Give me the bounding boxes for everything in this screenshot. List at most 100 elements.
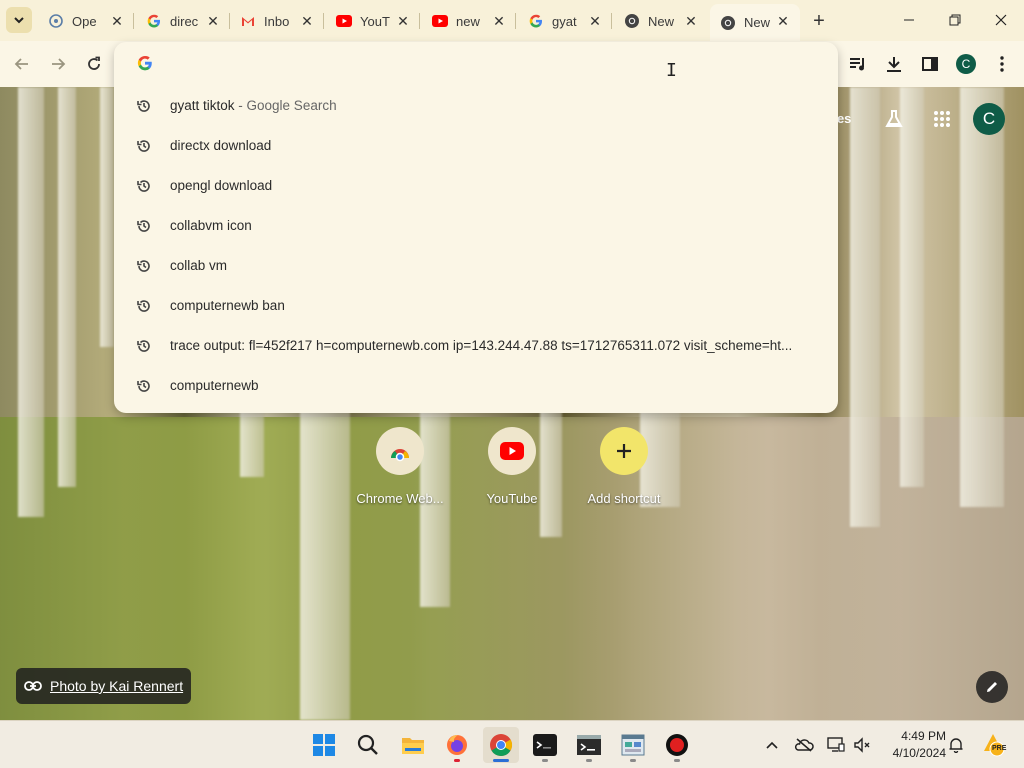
- tab-strip: Ope ✕ direc ✕ Inbo ✕ YouT ✕ new ✕ gyat ✕…: [0, 0, 1024, 41]
- chrome-webstore-icon: [391, 449, 409, 462]
- running-indicator: [674, 759, 680, 762]
- tab-3[interactable]: Inbo ✕: [230, 6, 324, 36]
- link-icon: [24, 681, 42, 691]
- menu-button[interactable]: [988, 50, 1016, 78]
- tab-search-button[interactable]: [6, 7, 32, 33]
- taskbar-terminal-app[interactable]: [527, 727, 563, 763]
- media-queue-icon: [850, 58, 864, 71]
- tab-8-active[interactable]: New ✕: [710, 4, 800, 41]
- tab-title: new: [456, 13, 480, 29]
- flask-icon: [885, 110, 903, 127]
- suggestion-item[interactable]: directx download: [114, 126, 838, 166]
- youtube-icon: [336, 13, 352, 29]
- taskbar-obs[interactable]: [659, 727, 695, 763]
- suggestion-item[interactable]: trace output: fl=452f217 h=computernewb.…: [114, 326, 838, 366]
- minimize-button[interactable]: [886, 0, 932, 40]
- history-icon: [137, 340, 150, 352]
- tab-2[interactable]: direc ✕: [136, 6, 230, 36]
- taskbar-chrome[interactable]: [483, 727, 519, 763]
- downloads-button[interactable]: [880, 50, 908, 78]
- start-button[interactable]: [306, 727, 342, 763]
- suggestion-text: collab vm: [170, 258, 228, 273]
- suggestion-item[interactable]: collabvm icon: [114, 206, 838, 246]
- onedrive-tray-icon[interactable]: [794, 735, 814, 755]
- text-cursor-icon: I: [666, 60, 677, 81]
- tab-title: YouT: [360, 13, 390, 29]
- shortcut-youtube[interactable]: YouTube: [462, 427, 562, 506]
- back-button[interactable]: [8, 50, 36, 78]
- insider-preview-icon: [984, 734, 1005, 757]
- close-icon[interactable]: ✕: [586, 12, 604, 30]
- tab-7[interactable]: New ✕: [614, 6, 708, 36]
- taskbar-file-explorer[interactable]: [395, 727, 431, 763]
- tab-divider: [419, 13, 420, 29]
- history-icon: [137, 180, 150, 192]
- suggestion-text: directx download: [170, 138, 272, 153]
- reload-button[interactable]: [80, 50, 108, 78]
- history-icon: [137, 220, 150, 232]
- labs-button[interactable]: [882, 107, 906, 131]
- google-apps-button[interactable]: [930, 107, 954, 131]
- file-explorer-icon: [402, 738, 424, 754]
- shortcut-chrome-web-store[interactable]: Chrome Web...: [350, 427, 450, 506]
- terminal-app-icon: [533, 734, 557, 756]
- account-avatar[interactable]: C: [973, 103, 1005, 135]
- suggestion-item[interactable]: opengl download: [114, 166, 838, 206]
- close-icon[interactable]: ✕: [774, 12, 792, 30]
- notifications-button[interactable]: [946, 735, 966, 755]
- tab-title: direc: [170, 13, 199, 29]
- omnibox-input[interactable]: [170, 50, 810, 76]
- windows-start-icon: [313, 734, 335, 756]
- history-icon: [137, 100, 150, 112]
- bell-icon: [949, 738, 963, 753]
- tab-title: New: [648, 13, 675, 29]
- customize-button[interactable]: [976, 671, 1008, 703]
- close-icon[interactable]: ✕: [298, 12, 316, 30]
- taskbar-command-prompt[interactable]: [571, 727, 607, 763]
- openai-icon: [48, 13, 64, 29]
- new-tab-button[interactable]: +: [806, 8, 832, 34]
- tab-4[interactable]: YouT ✕: [326, 6, 420, 36]
- speaker-muted-icon: [854, 737, 870, 753]
- chrome-icon: [720, 15, 736, 31]
- profile-button[interactable]: C: [952, 50, 980, 78]
- shortcut-add[interactable]: Add shortcut: [574, 427, 674, 506]
- close-icon[interactable]: ✕: [682, 12, 700, 30]
- omnibox-dropdown: I gyatt tiktok - Google Search directx d…: [114, 42, 838, 413]
- tab-6[interactable]: gyat ✕: [518, 6, 612, 36]
- tray-overflow-button[interactable]: [762, 735, 782, 755]
- history-icon: [137, 300, 150, 312]
- youtube-icon: [500, 442, 524, 460]
- suggestion-item[interactable]: computernewb ban: [114, 286, 838, 326]
- side-panel-button[interactable]: [916, 50, 944, 78]
- side-panel-icon: [922, 57, 938, 71]
- close-window-button[interactable]: [978, 0, 1024, 40]
- tab-divider: [133, 13, 134, 29]
- tab-5[interactable]: new ✕: [422, 6, 516, 36]
- suggestion-item[interactable]: computernewb: [114, 366, 838, 406]
- photo-credit-link[interactable]: Photo by Kai Rennert: [16, 668, 192, 704]
- suggestion-text: computernewb: [170, 378, 259, 393]
- restore-button[interactable]: [932, 0, 978, 40]
- taskbar-control-panel[interactable]: [615, 727, 651, 763]
- tab-1[interactable]: Ope ✕: [38, 6, 134, 36]
- close-icon[interactable]: ✕: [108, 12, 126, 30]
- tab-divider: [611, 13, 612, 29]
- shortcut-label: Chrome Web...: [356, 491, 444, 506]
- close-icon[interactable]: ✕: [204, 12, 222, 30]
- media-control-button[interactable]: [844, 50, 872, 78]
- tab-title: Ope: [72, 13, 97, 29]
- system-clock[interactable]: 4:49 PM 4/10/2024: [878, 728, 946, 762]
- forward-button[interactable]: [44, 50, 72, 78]
- suggestion-item[interactable]: gyatt tiktok - Google Search: [114, 86, 838, 126]
- preview-badge[interactable]: PRE: [980, 731, 1006, 757]
- suggestion-item[interactable]: collab vm: [114, 246, 838, 286]
- shortcut-label: YouTube: [486, 491, 538, 506]
- volume-tray-icon[interactable]: [852, 735, 872, 755]
- taskbar-firefox[interactable]: [439, 727, 475, 763]
- network-tray-icon[interactable]: [826, 735, 846, 755]
- reload-icon: [88, 56, 100, 70]
- close-icon[interactable]: ✕: [394, 12, 412, 30]
- close-icon[interactable]: ✕: [490, 12, 508, 30]
- taskbar-search-button[interactable]: [350, 727, 386, 763]
